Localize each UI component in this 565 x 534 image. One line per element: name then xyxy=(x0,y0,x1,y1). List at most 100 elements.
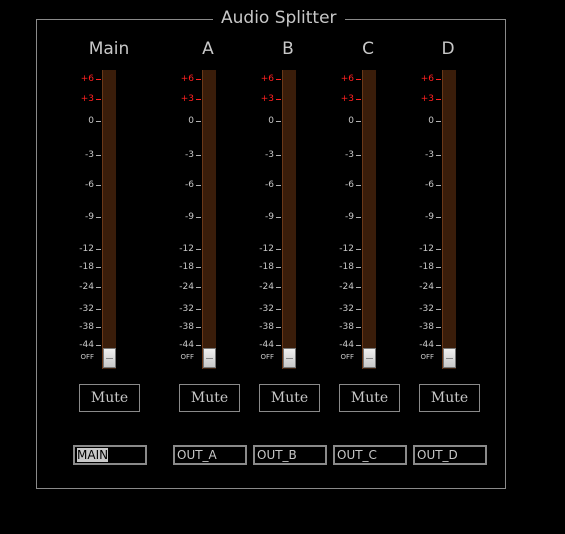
scale-tick xyxy=(356,309,361,310)
scale-label: -9 xyxy=(425,212,434,222)
scale-label: +6 xyxy=(180,74,194,84)
scale-tick xyxy=(276,287,281,288)
scale-label: -3 xyxy=(265,150,274,160)
volume-slider-a[interactable] xyxy=(202,70,217,369)
scale-tick xyxy=(356,185,361,186)
scale-tick xyxy=(356,249,361,250)
scale-label: -32 xyxy=(179,304,194,314)
scale-label: -6 xyxy=(265,180,274,190)
scale-tick xyxy=(436,309,441,310)
volume-slider-b[interactable] xyxy=(282,70,297,369)
scale-tick xyxy=(436,79,441,80)
scale-label: -12 xyxy=(179,244,194,254)
scale-label: -9 xyxy=(345,212,354,222)
window-title: Audio Splitter xyxy=(213,8,345,28)
scale-label: -38 xyxy=(79,322,94,332)
mute-button-a[interactable]: Mute xyxy=(179,384,240,412)
scale-tick xyxy=(96,287,101,288)
scale-tick xyxy=(276,99,281,100)
scale-tick xyxy=(196,345,201,346)
scale-tick xyxy=(96,79,101,80)
scale-tick xyxy=(196,309,201,310)
scale-label: -44 xyxy=(339,340,354,350)
scale-tick xyxy=(436,185,441,186)
scale-tick xyxy=(196,327,201,328)
scale-label: -38 xyxy=(419,322,434,332)
scale-tick xyxy=(96,345,101,346)
scale-tick xyxy=(356,155,361,156)
scale-label: -18 xyxy=(79,262,94,272)
volume-slider-main[interactable] xyxy=(102,70,117,369)
scale-label: -18 xyxy=(259,262,274,272)
scale-label: +3 xyxy=(180,94,194,104)
scale-label: -32 xyxy=(339,304,354,314)
volume-slider-handle-c[interactable] xyxy=(363,348,376,368)
scale-label: 0 xyxy=(428,116,434,126)
volume-slider-d[interactable] xyxy=(442,70,457,369)
scale-tick xyxy=(276,155,281,156)
scale-label: -44 xyxy=(79,340,94,350)
scale-label: -44 xyxy=(179,340,194,350)
scale-label: -6 xyxy=(345,180,354,190)
scale-label: -24 xyxy=(79,282,94,292)
scale-tick xyxy=(356,121,361,122)
scale-tick xyxy=(276,327,281,328)
scale-label: OFF xyxy=(340,353,354,361)
scale-label: +3 xyxy=(260,94,274,104)
mute-button-d[interactable]: Mute xyxy=(419,384,480,412)
scale-tick xyxy=(96,185,101,186)
scale-tick xyxy=(276,267,281,268)
scale-label: +6 xyxy=(420,74,434,84)
volume-slider-handle-main[interactable] xyxy=(103,348,116,368)
scale-label: -9 xyxy=(265,212,274,222)
scale-label: OFF xyxy=(80,353,94,361)
scale-tick xyxy=(436,99,441,100)
scale-label: -44 xyxy=(259,340,274,350)
volume-slider-handle-b[interactable] xyxy=(283,348,296,368)
volume-slider-handle-a[interactable] xyxy=(203,348,216,368)
scale-tick xyxy=(436,155,441,156)
scale-tick xyxy=(356,217,361,218)
channel-label-a: A xyxy=(202,39,214,59)
channel-label-d: D xyxy=(441,39,455,59)
scale-tick xyxy=(96,99,101,100)
scale-label: -32 xyxy=(79,304,94,314)
channel-name-field-b[interactable] xyxy=(253,445,327,465)
scale-label: +6 xyxy=(340,74,354,84)
mute-button-c[interactable]: Mute xyxy=(339,384,400,412)
scale-tick xyxy=(196,121,201,122)
scale-label: -24 xyxy=(419,282,434,292)
scale-tick xyxy=(436,287,441,288)
scale-label: OFF xyxy=(180,353,194,361)
scale-tick xyxy=(196,249,201,250)
scale-label: 0 xyxy=(268,116,274,126)
scale-tick xyxy=(436,249,441,250)
scale-label: -3 xyxy=(185,150,194,160)
scale-label: -24 xyxy=(259,282,274,292)
scale-tick xyxy=(96,121,101,122)
scale-tick xyxy=(96,249,101,250)
scale-label: OFF xyxy=(420,353,434,361)
scale-tick xyxy=(436,327,441,328)
scale-label: -18 xyxy=(419,262,434,272)
scale-label: -12 xyxy=(419,244,434,254)
scale-label: -24 xyxy=(179,282,194,292)
scale-tick xyxy=(96,327,101,328)
scale-label: 0 xyxy=(348,116,354,126)
scale-tick xyxy=(436,121,441,122)
volume-slider-c[interactable] xyxy=(362,70,377,369)
scale-tick xyxy=(196,185,201,186)
channel-name-field-d[interactable] xyxy=(413,445,487,465)
mute-button-b[interactable]: Mute xyxy=(259,384,320,412)
channel-name-field-main[interactable] xyxy=(73,445,147,465)
scale-label: -32 xyxy=(259,304,274,314)
scale-tick xyxy=(436,345,441,346)
scale-tick xyxy=(436,217,441,218)
mute-button-main[interactable]: Mute xyxy=(79,384,140,412)
channel-name-field-a[interactable] xyxy=(173,445,247,465)
scale-label: -24 xyxy=(339,282,354,292)
channel-name-field-c[interactable] xyxy=(333,445,407,465)
channel-label-b: B xyxy=(282,39,294,59)
scale-tick xyxy=(356,327,361,328)
volume-slider-handle-d[interactable] xyxy=(443,348,456,368)
